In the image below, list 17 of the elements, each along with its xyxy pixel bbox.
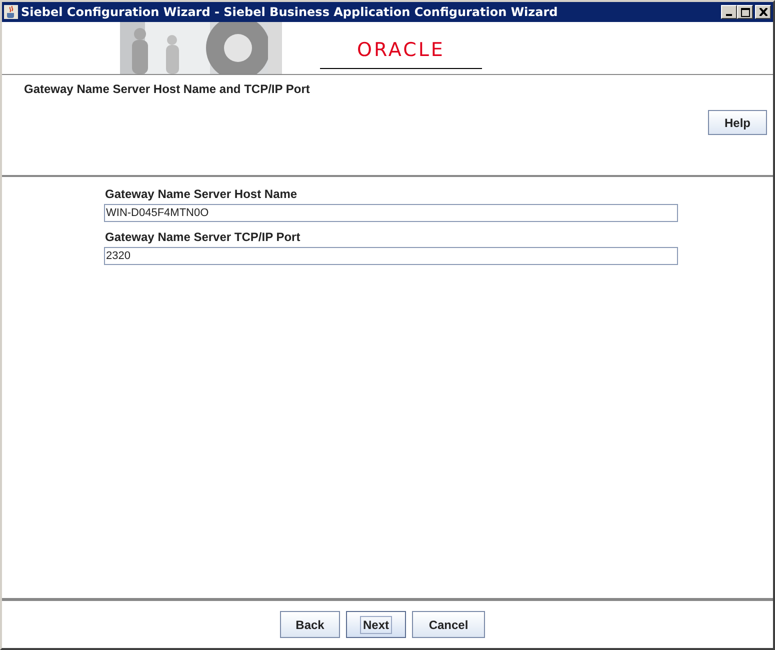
window-title: Siebel Configuration Wizard - Siebel Business Application Configuration Wizard bbox=[21, 5, 559, 19]
help-button[interactable]: Help bbox=[708, 110, 767, 135]
minimize-button[interactable] bbox=[721, 5, 737, 19]
input-field[interactable]: 2320 bbox=[104, 247, 678, 265]
close-button[interactable] bbox=[755, 5, 771, 19]
java-cup-icon bbox=[4, 5, 18, 19]
wizard-button[interactable]: Cancel bbox=[412, 611, 485, 638]
field-label: Gateway Name Server TCP/IP Port bbox=[105, 230, 300, 244]
step-title: Gateway Name Server Host Name and TCP/IP Port bbox=[23, 81, 311, 96]
wizard-button[interactable]: Next bbox=[346, 611, 406, 638]
close-icon bbox=[758, 8, 768, 16]
maximize-button[interactable] bbox=[737, 5, 753, 19]
oracle-logo: ORACLE bbox=[357, 38, 445, 61]
wizard-button[interactable]: Back bbox=[280, 611, 340, 638]
input-field[interactable]: WIN-D045F4MTN0O bbox=[104, 204, 678, 222]
field-label: Gateway Name Server Host Name bbox=[105, 187, 298, 201]
maximize-icon bbox=[740, 8, 750, 16]
